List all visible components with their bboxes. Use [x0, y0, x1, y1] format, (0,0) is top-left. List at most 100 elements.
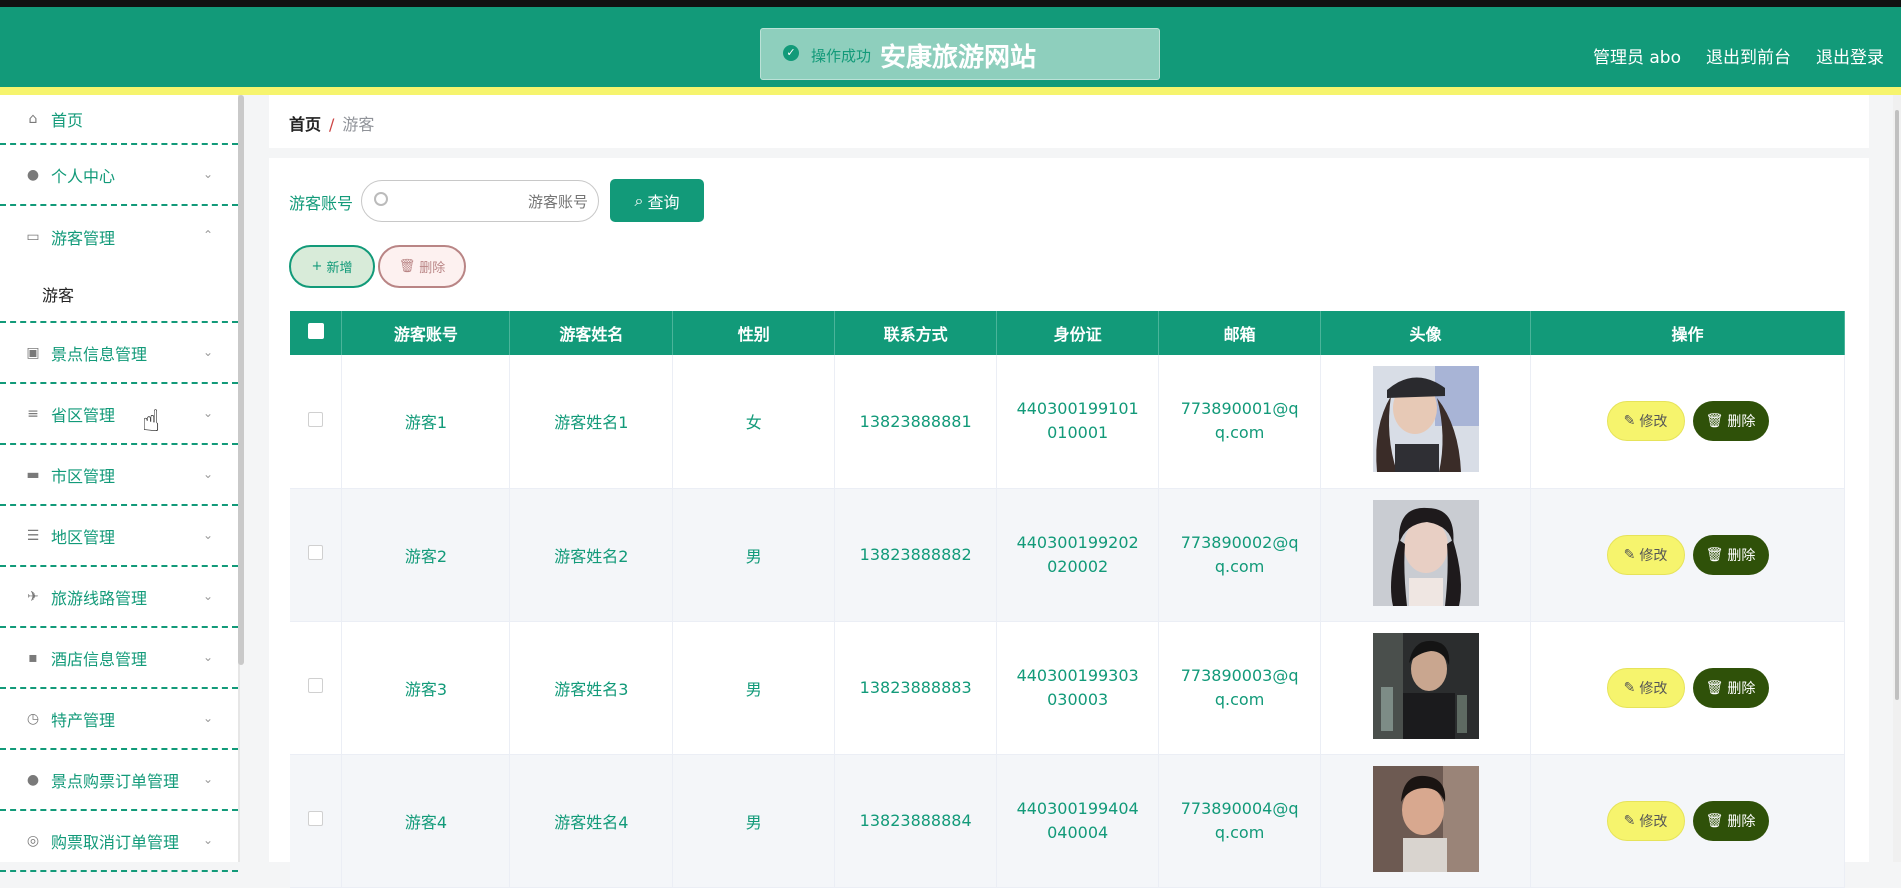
sidebar-item-label: 省区管理	[51, 405, 116, 425]
cell-gender: 女	[672, 355, 836, 489]
sidebar-item-routes[interactable]: ✈ 旅游线路管理 ⌄	[0, 567, 238, 628]
sidebar-item-label: 个人中心	[51, 166, 116, 186]
home-icon: ⌂	[28, 111, 38, 127]
visitor-table: 游客账号 游客姓名 性别 联系方式 身份证 邮箱 头像 操作 游客1 游客姓名1…	[290, 311, 1845, 888]
edit-button[interactable]: ✎ 修改	[1606, 534, 1685, 575]
edit-button[interactable]: ✎ 修改	[1606, 401, 1685, 442]
sidebar-item-hotels[interactable]: ▪ 酒店信息管理 ⌄	[0, 628, 238, 689]
logout-link[interactable]: 退出登录	[1816, 43, 1884, 68]
chevron-down-icon: ⌄	[202, 711, 213, 725]
avatar-image	[1372, 499, 1479, 606]
cell-email: 773890004@qq.com	[1180, 798, 1299, 842]
front-link[interactable]: 退出到前台	[1706, 43, 1791, 68]
breadcrumb: 首页 / 游客	[289, 111, 374, 135]
column-header: 游客姓名	[509, 311, 674, 355]
site-title: 安康旅游网站	[880, 43, 1037, 73]
page-scrollbar[interactable]	[1895, 110, 1899, 700]
column-header: 性别	[672, 311, 836, 355]
chevron-down-icon: ⌄	[202, 650, 213, 664]
chevron-down-icon: ⌄	[202, 589, 213, 603]
delete-button[interactable]: 🗑 删除	[1692, 534, 1769, 575]
search-icon: ⌕	[634, 190, 644, 210]
cell-name: 游客姓名2	[509, 488, 674, 622]
monitor-icon: ▬	[26, 466, 40, 483]
add-button[interactable]: + 新增	[289, 245, 375, 288]
sidebar-subitem-visitor[interactable]: 游客	[0, 267, 238, 323]
breadcrumb-home[interactable]: 首页	[289, 115, 321, 134]
sidebar-item-visitors[interactable]: ▭ 游客管理 ⌃	[0, 206, 238, 267]
search-button[interactable]: ⌕ 查询	[610, 179, 704, 222]
sidebar-item-regions[interactable]: ☰ 地区管理 ⌄	[0, 506, 238, 567]
chevron-down-icon: ⌄	[202, 345, 213, 359]
sidebar-scrollbar[interactable]	[238, 95, 244, 665]
user-icon: ●	[26, 166, 40, 183]
batch-delete-button[interactable]: 🗑 删除	[378, 245, 466, 288]
sidebar-item-home[interactable]: ⌂ 首页	[0, 95, 238, 145]
trash-icon: 🗑	[1705, 679, 1724, 696]
edit-button[interactable]: ✎ 修改	[1606, 800, 1685, 841]
sidebar-item-label: 首页	[51, 111, 84, 130]
trash-icon: 🗑	[398, 259, 416, 274]
select-all-header[interactable]	[290, 311, 343, 355]
sidebar-item-provinces[interactable]: ≡ 省区管理 ⌄	[0, 384, 238, 445]
delete-button[interactable]: 🗑 删除	[1692, 800, 1769, 841]
window-top-bar	[0, 0, 1901, 7]
edit-label: 修改	[1639, 414, 1668, 431]
cell-phone: 13823888881	[834, 355, 998, 489]
cell-idcard: 440300199101010001	[1016, 399, 1139, 443]
cell-gender: 男	[672, 621, 836, 755]
chevron-down-icon: ⌄	[202, 772, 213, 786]
cell-email: 773890003@qq.com	[1180, 665, 1299, 709]
trash-icon: 🗑	[1705, 812, 1724, 829]
sidebar-item-specialties[interactable]: ◷ 特产管理 ⌄	[0, 689, 238, 750]
basketball-icon: ◎	[26, 832, 40, 849]
hand-cursor-icon: ☝	[142, 404, 161, 439]
table-row: 游客3 游客姓名3 男 13823888883 4403001993030300…	[290, 621, 1845, 755]
app-header: ✓ 操作成功 安康旅游网站 管理员 abo 退出到前台 退出登录	[0, 7, 1901, 87]
chevron-down-icon: ⌄	[202, 833, 213, 847]
cell-account: 游客1	[341, 355, 511, 489]
sidebar-item-label: 购票取消订单管理	[51, 832, 180, 852]
edit-label: 修改	[1639, 547, 1668, 564]
sidebar-item-attractions[interactable]: ▣ 景点信息管理 ⌄	[0, 323, 238, 384]
column-header: 联系方式	[834, 311, 998, 355]
row-checkbox[interactable]	[308, 678, 324, 693]
row-checkbox[interactable]	[308, 545, 324, 560]
edit-button[interactable]: ✎ 修改	[1606, 667, 1685, 708]
column-header: 操作	[1530, 311, 1845, 355]
select-all-checkbox[interactable]	[307, 323, 324, 339]
sidebar-item-cities[interactable]: ▬ 市区管理 ⌄	[0, 445, 238, 506]
table-header-row: 游客账号 游客姓名 性别 联系方式 身份证 邮箱 头像 操作	[290, 311, 1845, 355]
search-input[interactable]	[396, 189, 588, 215]
sidebar-item-ticket-orders[interactable]: ● 景点购票订单管理 ⌄	[0, 750, 238, 811]
sidebar-item-label: 旅游线路管理	[51, 588, 148, 608]
search-label: 游客账号	[289, 194, 354, 213]
delete-button[interactable]: 🗑 删除	[1692, 401, 1769, 442]
add-button-label: 新增	[326, 261, 353, 276]
column-header: 身份证	[996, 311, 1160, 355]
id-card-icon: ▭	[26, 228, 40, 245]
breadcrumb-separator: /	[329, 115, 335, 134]
sidebar-item-profile[interactable]: ● 个人中心 ⌄	[0, 145, 238, 206]
row-checkbox[interactable]	[308, 811, 324, 826]
edit-icon: ✎	[1623, 413, 1636, 430]
header-links: 管理员 abo 退出到前台 退出登录	[1593, 43, 1901, 68]
chevron-up-icon: ⌃	[202, 228, 213, 242]
sidebar-item-label: 景点购票订单管理	[51, 771, 180, 791]
delete-label: 删除	[1727, 414, 1756, 431]
list-icon: ≡	[27, 405, 39, 422]
cell-phone: 13823888884	[834, 754, 998, 888]
chevron-down-icon: ⌄	[202, 406, 213, 420]
cell-name: 游客姓名4	[509, 754, 674, 888]
delete-button[interactable]: 🗑 删除	[1692, 667, 1769, 708]
avatar-image	[1372, 632, 1479, 739]
main-content: 游客账号 ⌕ 查询 + 新增 🗑 删除 游客账号 游客姓名 性别 联系方式 身份…	[269, 158, 1869, 888]
sidebar-item-cancel-orders[interactable]: ◎ 购票取消订单管理 ⌄	[0, 811, 238, 872]
cell-name: 游客姓名1	[509, 355, 674, 489]
row-checkbox[interactable]	[308, 411, 324, 427]
batch-delete-label: 删除	[419, 261, 446, 276]
delete-label: 删除	[1727, 680, 1756, 697]
search-field[interactable]	[361, 180, 599, 222]
user-icon: ●	[26, 771, 40, 788]
column-header: 游客账号	[341, 311, 511, 355]
